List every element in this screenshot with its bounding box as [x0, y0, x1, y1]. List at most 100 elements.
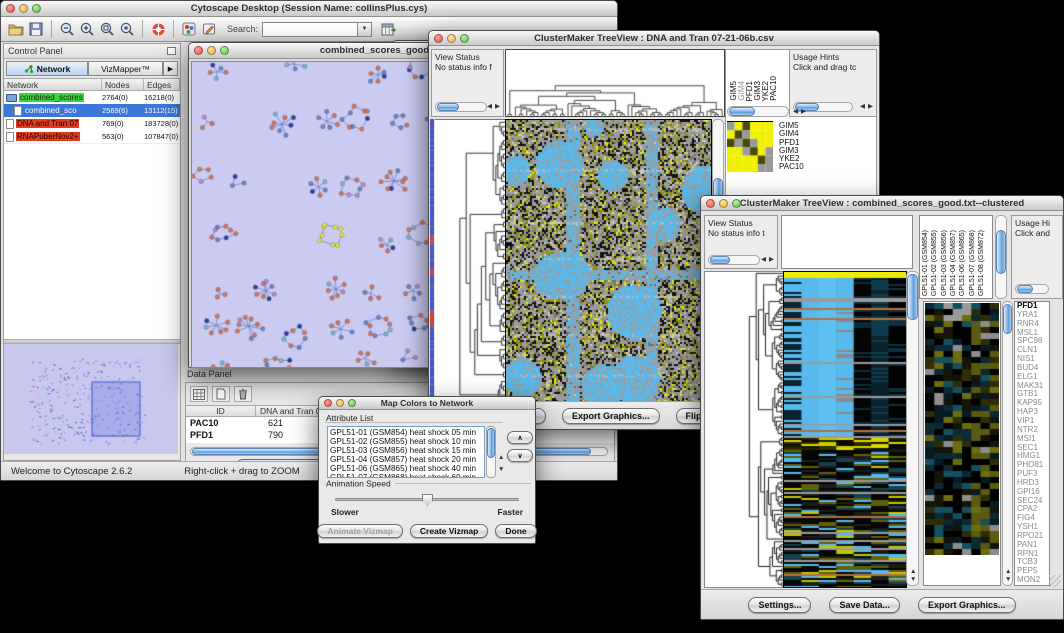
tv1-column-dendrogram[interactable]: [505, 49, 725, 117]
float-panel-icon[interactable]: [167, 47, 176, 55]
create-vizmap-button[interactable]: Create Vizmap: [410, 524, 488, 538]
export-graphics-button[interactable]: Export Graphics...: [918, 597, 1016, 613]
gene-label[interactable]: MON2: [1017, 576, 1049, 585]
scroll-left-icon[interactable]: ◀: [860, 104, 865, 111]
move-down-button[interactable]: ∨: [507, 449, 533, 462]
slider-thumb[interactable]: [422, 494, 433, 506]
dialog-titlebar[interactable]: Map Colors to Network: [319, 397, 535, 410]
tv2-usage-scroll-thumb[interactable]: [1017, 285, 1033, 293]
tv2-gene-vscrollbar[interactable]: ▲ ▼: [1002, 301, 1013, 586]
animate-vizmap-button[interactable]: Animate Vizmap: [317, 524, 403, 538]
tv1-zoom-hscrollbar[interactable]: [727, 106, 789, 117]
tv1-row-dendrogram[interactable]: [435, 119, 505, 402]
tv2-vscrollbar[interactable]: ▲ ▼: [906, 271, 919, 586]
tv2-gene-scroll-thumb[interactable]: [1003, 304, 1012, 334]
search-input[interactable]: [262, 22, 358, 37]
scroll-right-icon[interactable]: ▶: [495, 104, 500, 111]
close-icon[interactable]: [706, 199, 715, 208]
attribute-list-item[interactable]: GPL51-07 (GSM868) heat shock 60 min: [330, 473, 482, 478]
annotation-icon[interactable]: [199, 20, 219, 38]
datapanel-col-id[interactable]: ID: [186, 406, 256, 416]
scroll-down-icon[interactable]: ▼: [498, 467, 504, 474]
done-button[interactable]: Done: [495, 524, 536, 538]
zoom-window-icon[interactable]: [220, 46, 229, 55]
scroll-left-icon[interactable]: ◀: [487, 104, 492, 111]
move-up-button[interactable]: ∧: [507, 431, 533, 444]
tv2-usage-scrollbar[interactable]: [1015, 284, 1049, 294]
zoom-fit-icon[interactable]: [97, 20, 117, 38]
scroll-up-icon[interactable]: ▲: [498, 455, 504, 462]
open-session-icon[interactable]: [6, 20, 26, 38]
col-nodes[interactable]: Nodes: [102, 79, 144, 90]
attribute-list-item[interactable]: GPL51-01 (GSM854) heat shock 05 min: [330, 428, 482, 437]
network-table-row[interactable]: combined_sco2569(6)13112(15): [4, 104, 180, 117]
cytoscape-titlebar[interactable]: Cytoscape Desktop (Session Name: collins…: [1, 1, 617, 17]
treeview2-titlebar[interactable]: ClusterMaker TreeView : combined_scores_…: [701, 196, 1063, 211]
minimize-icon[interactable]: [447, 34, 456, 43]
scroll-right-icon[interactable]: ▶: [769, 257, 774, 264]
tv2-status-scroll-thumb[interactable]: [710, 256, 730, 264]
tv1-heatmap[interactable]: [505, 119, 712, 402]
tab-overflow-button[interactable]: ▶: [163, 61, 178, 76]
tv2-heatmap[interactable]: [783, 271, 907, 588]
zoom-window-icon[interactable]: [460, 34, 469, 43]
scroll-left-icon[interactable]: ◀: [793, 109, 798, 116]
close-icon[interactable]: [324, 399, 332, 407]
network-table-row[interactable]: RNAPuberNov2+563(0)107847(0): [4, 130, 180, 143]
attribute-list-item[interactable]: GPL51-02 (GSM855) heat shock 10 min: [330, 437, 482, 446]
scroll-left-icon[interactable]: ◀: [761, 257, 766, 264]
network-table-row[interactable]: DNA and Tran 07769(0)183728(0): [4, 117, 180, 130]
tv2-status-scrollbar[interactable]: [708, 255, 760, 265]
birdseye-view[interactable]: [4, 344, 178, 454]
search-dropdown-button[interactable]: ▼: [358, 22, 372, 37]
window-controls[interactable]: [6, 4, 41, 13]
tv2-row-dendrogram[interactable]: [704, 271, 784, 588]
scroll-up-icon[interactable]: ▲: [1005, 569, 1011, 576]
tv1-usage-scroll-thumb[interactable]: [795, 103, 819, 111]
tab-vizmapper[interactable]: VizMapper™: [88, 61, 163, 76]
tv1-zoom-hscroll-thumb[interactable]: [729, 107, 755, 116]
scroll-down-icon[interactable]: ▼: [910, 577, 916, 584]
scroll-up-icon[interactable]: ▲: [910, 569, 916, 576]
tv2-zoom-heatmap[interactable]: [925, 303, 999, 555]
tv2-collabel-vscrollbar[interactable]: [995, 215, 1007, 299]
resize-grip[interactable]: [1049, 575, 1061, 587]
col-edges[interactable]: Edges: [144, 79, 180, 90]
zoom-window-icon[interactable]: [732, 199, 741, 208]
save-session-icon[interactable]: [26, 20, 46, 38]
zoom-out-icon[interactable]: [57, 20, 77, 38]
close-icon[interactable]: [6, 4, 15, 13]
zoom-in-icon[interactable]: [77, 20, 97, 38]
new-attribute-icon[interactable]: [212, 386, 230, 402]
settings-button[interactable]: Settings...: [748, 597, 811, 613]
minimize-icon[interactable]: [19, 4, 28, 13]
animation-speed-slider[interactable]: [335, 498, 519, 501]
attribute-list-item[interactable]: GPL51-06 (GSM865) heat shock 40 min: [330, 464, 482, 473]
close-icon[interactable]: [194, 46, 203, 55]
zoom-selected-icon[interactable]: [117, 20, 137, 38]
zoom-window-icon[interactable]: [348, 399, 356, 407]
close-icon[interactable]: [434, 34, 443, 43]
attribute-list-vscrollbar[interactable]: [486, 426, 496, 478]
scroll-right-icon[interactable]: ▶: [868, 104, 873, 111]
col-network[interactable]: Network: [4, 79, 102, 90]
attribute-list-item[interactable]: GPL51-03 (GSM856) heat shock 15 min: [330, 446, 482, 455]
treeview1-titlebar[interactable]: ClusterMaker TreeView : DNA and Tran 07-…: [429, 31, 879, 46]
save-data-button[interactable]: Save Data...: [829, 597, 900, 613]
export-graphics-button[interactable]: Export Graphics...: [562, 408, 660, 424]
select-attributes-icon[interactable]: [190, 386, 208, 402]
tv2-collabel-scroll-thumb[interactable]: [996, 230, 1006, 274]
help-icon[interactable]: [148, 20, 168, 38]
attribute-list-item[interactable]: GPL51-04 (GSM857) heat shock 20 min: [330, 455, 482, 464]
delete-attribute-icon[interactable]: [234, 386, 252, 402]
tab-network[interactable]: Network: [6, 61, 88, 76]
tv2-vscroll-thumb[interactable]: [907, 274, 918, 320]
attribute-list-scroll-thumb[interactable]: [487, 428, 495, 458]
tv1-status-scrollbar[interactable]: [435, 102, 487, 112]
zoom-window-icon[interactable]: [32, 4, 41, 13]
tv1-zoom-heatmap[interactable]: [727, 121, 773, 172]
import-table-icon[interactable]: [378, 20, 398, 38]
minimize-icon[interactable]: [336, 399, 344, 407]
vizmapper-icon[interactable]: [179, 20, 199, 38]
scroll-right-icon[interactable]: ▶: [801, 109, 806, 116]
